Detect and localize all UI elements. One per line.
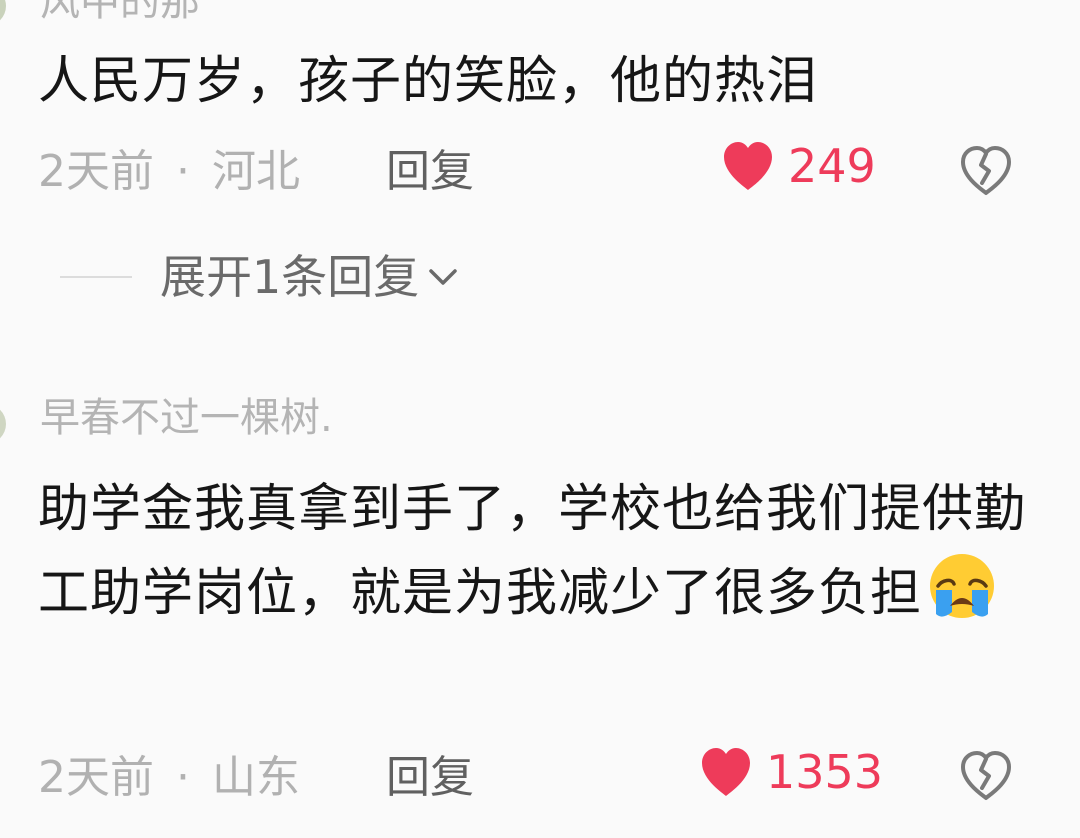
username[interactable]: 风中的那 bbox=[40, 0, 200, 22]
broken-heart-icon[interactable] bbox=[958, 143, 1014, 199]
comment-location: 河北 bbox=[212, 146, 300, 197]
meta-separator: · bbox=[176, 752, 190, 803]
chevron-down-icon bbox=[429, 269, 458, 285]
heart-icon bbox=[702, 748, 750, 796]
comment-list: 风中的那 人民万岁，孩子的笑脸，他的热泪 2天前 · 河北 回复 249 展开1… bbox=[0, 0, 1080, 838]
like-count: 249 bbox=[788, 139, 876, 193]
reply-button[interactable]: 回复 bbox=[386, 150, 474, 194]
expand-replies-label: 展开1条回复 bbox=[160, 250, 420, 304]
comment-location: 山东 bbox=[212, 752, 300, 803]
broken-heart-icon[interactable] bbox=[958, 748, 1014, 804]
avatar[interactable] bbox=[0, 404, 6, 444]
comment-time: 2天前 bbox=[38, 146, 154, 197]
avatar[interactable] bbox=[0, 0, 6, 26]
comment-meta: 2天前 · 山东 bbox=[38, 756, 300, 800]
comment-text: 助学金我真拿到手了，学校也给我们提供勤工助学岗位，就是为我减少了很多负担 bbox=[38, 470, 1048, 634]
expand-replies-button[interactable]: 展开1条回复 bbox=[60, 254, 459, 300]
meta-separator: · bbox=[176, 146, 190, 197]
reply-button[interactable]: 回复 bbox=[386, 756, 474, 800]
comment-time: 2天前 bbox=[38, 752, 154, 803]
comment-meta: 2天前 · 河北 bbox=[38, 150, 300, 194]
expand-divider-line bbox=[60, 276, 132, 278]
heart-icon bbox=[724, 142, 772, 190]
username[interactable]: 早春不过一棵树. bbox=[40, 398, 333, 438]
loudly-crying-face-icon bbox=[930, 554, 995, 618]
comment-text-body: 助学金我真拿到手了，学校也给我们提供勤工助学岗位，就是为我减少了很多负担 bbox=[38, 480, 1027, 623]
like-button[interactable]: 1353 bbox=[698, 746, 883, 798]
like-button[interactable]: 249 bbox=[720, 140, 876, 192]
like-count: 1353 bbox=[766, 745, 884, 799]
comment-text: 人民万岁，孩子的笑脸，他的热泪 bbox=[38, 52, 819, 111]
